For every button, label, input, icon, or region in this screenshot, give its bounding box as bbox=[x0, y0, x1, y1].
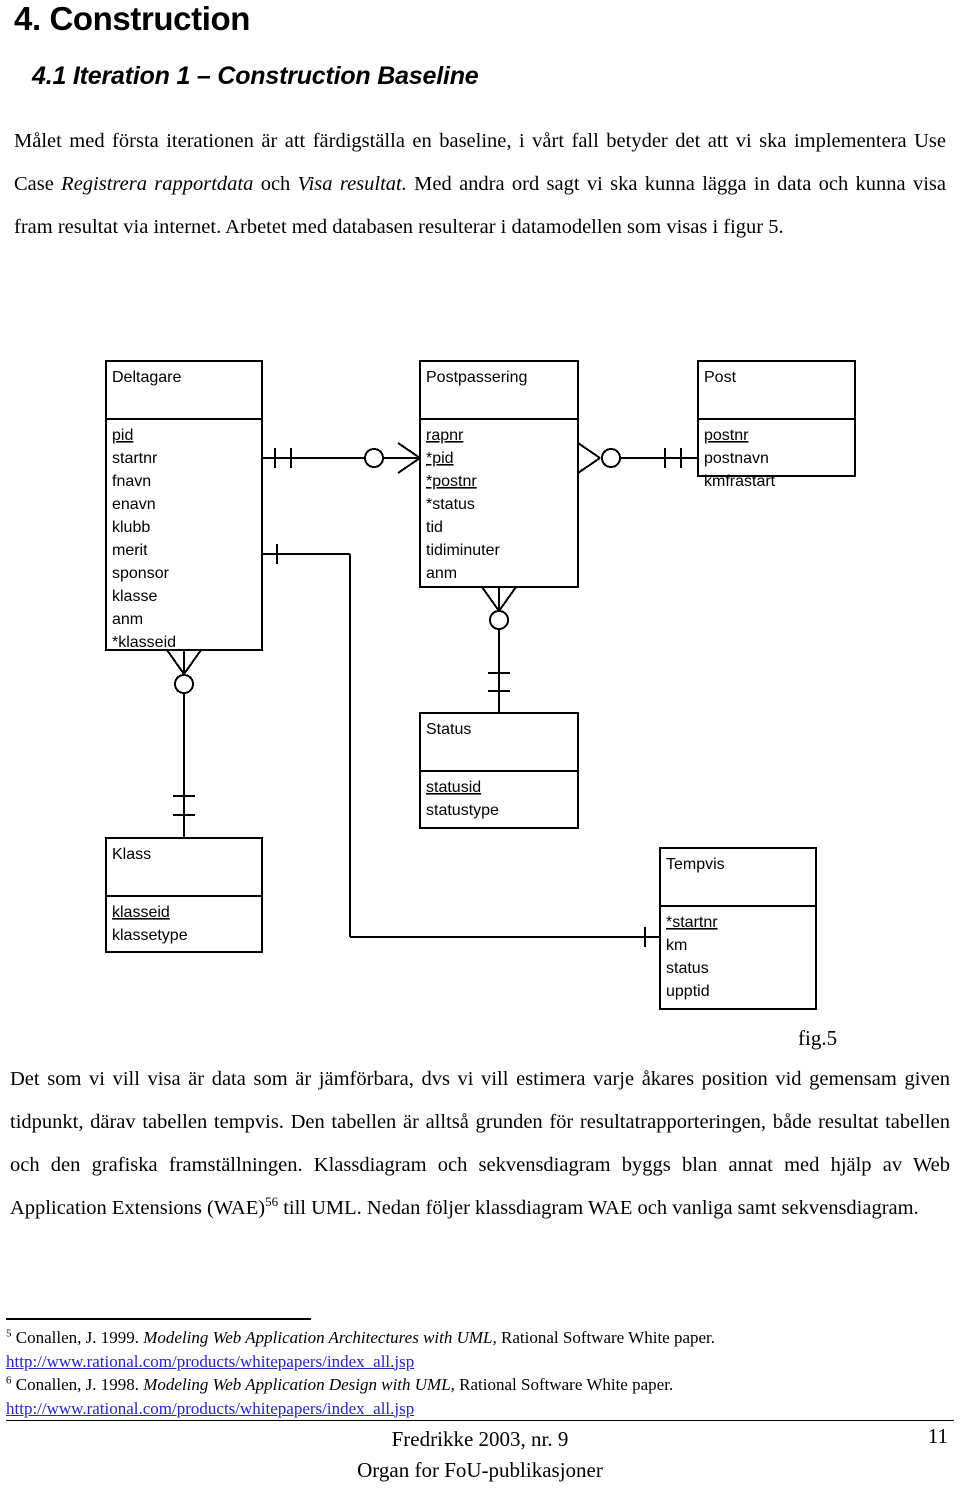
footnote-5-title: Modeling Web Application Architectures w… bbox=[143, 1328, 497, 1347]
footnote-5-text-1: Conallen, J. 1999. bbox=[11, 1328, 144, 1347]
entity-postpassering-title: Postpassering bbox=[426, 369, 527, 386]
entity-status-attr-0: statusid bbox=[426, 779, 481, 796]
footnote-6-text-2: Rational Software White paper. bbox=[454, 1375, 674, 1394]
footer-line-1: Fredrikke 2003, nr. 9 bbox=[391, 1427, 569, 1451]
footnote-reference: 56 bbox=[265, 1194, 279, 1210]
entity-postpassering-attr-1: *pid bbox=[426, 450, 454, 467]
intro-emphasis-1: Registrera rapportdata bbox=[61, 173, 254, 195]
relationship-postpassering-post bbox=[577, 442, 698, 474]
footnote-5: 5 Conallen, J. 1999. Modeling Web Applic… bbox=[6, 1326, 946, 1350]
entity-tempvis-attr-2: status bbox=[666, 960, 709, 977]
relationship-postpassering-status bbox=[481, 586, 517, 713]
entity-post-title: Post bbox=[704, 369, 737, 386]
entity-deltagare-attr-1: startnr bbox=[112, 450, 158, 467]
entity-postpassering-attr-5: tidiminuter bbox=[426, 542, 500, 559]
er-diagram-canvas: Deltagare pid startnr fnavn enavn klubb … bbox=[105, 360, 856, 1010]
entity-postpassering-attr-3: *status bbox=[426, 496, 475, 513]
intro-text-2: och bbox=[253, 173, 298, 195]
entity-deltagare-attr-5: merit bbox=[112, 542, 148, 559]
footnote-5-url-line[interactable]: http://www.rational.com/products/whitepa… bbox=[6, 1350, 946, 1374]
entity-status-title: Status bbox=[426, 721, 471, 738]
entity-postpassering-attr-4: tid bbox=[426, 519, 443, 536]
footnote-5-text-2: Rational Software White paper. bbox=[496, 1328, 716, 1347]
intro-emphasis-2: Visa resultat. bbox=[297, 173, 407, 195]
entity-deltagare-attr-9: *klasseid bbox=[112, 634, 176, 651]
entity-tempvis-attr-1: km bbox=[666, 937, 687, 954]
footnote-6-url-line[interactable]: http://www.rational.com/products/whitepa… bbox=[6, 1397, 946, 1421]
relationship-deltagare-postpassering bbox=[262, 442, 421, 474]
relationship-deltagare-tempvis bbox=[262, 544, 660, 947]
entity-deltagare-attr-6: sponsor bbox=[112, 565, 170, 582]
page-title: 4. Construction bbox=[14, 0, 251, 37]
document-page: 4. Construction 4.1 Iteration 1 – Constr… bbox=[0, 0, 960, 1488]
body-text-2: till UML. Nedan följer klassdiagram WAE … bbox=[278, 1197, 919, 1219]
entity-deltagare-attr-0: pid bbox=[112, 427, 133, 444]
relationship-deltagare-klass bbox=[166, 649, 202, 838]
entity-status-attr-1: statustype bbox=[426, 802, 499, 819]
footer-block: Fredrikke 2003, nr. 9 Organ for FoU-publ… bbox=[0, 1424, 960, 1486]
entity-deltagare-attr-2: fnavn bbox=[112, 473, 151, 490]
entity-deltagare-attr-8: anm bbox=[112, 611, 143, 628]
entity-deltagare-attr-3: enavn bbox=[112, 496, 156, 513]
entity-tempvis-title: Tempvis bbox=[666, 856, 725, 873]
entity-post-attr-0: postnr bbox=[704, 427, 749, 444]
body-paragraph: Det som vi vill visa är data som är jämf… bbox=[10, 1058, 950, 1230]
entity-klass-attr-1: klassetype bbox=[112, 927, 188, 944]
footnote-6: 6 Conallen, J. 1998. Modeling Web Applic… bbox=[6, 1373, 946, 1397]
entity-postpassering-attr-6: anm bbox=[426, 565, 457, 582]
entity-klass-attr-0: klasseid bbox=[112, 904, 170, 921]
footnote-6-text-1: Conallen, J. 1998. bbox=[11, 1375, 144, 1394]
er-diagram-figure: Deltagare pid startnr fnavn enavn klubb … bbox=[0, 330, 960, 1030]
entity-tempvis-attr-0: *startnr bbox=[666, 914, 718, 931]
entity-klass-title: Klass bbox=[112, 846, 151, 863]
footnote-5-url[interactable]: http://www.rational.com/products/whitepa… bbox=[6, 1352, 414, 1371]
footnote-6-url[interactable]: http://www.rational.com/products/whitepa… bbox=[6, 1399, 414, 1418]
footer-separator bbox=[6, 1420, 954, 1421]
intro-paragraph: Målet med första iterationen är att färd… bbox=[14, 120, 946, 249]
entity-postpassering-attr-0: rapnr bbox=[426, 427, 464, 444]
footnote-separator bbox=[6, 1318, 311, 1320]
page-number: 11 bbox=[927, 1424, 948, 1448]
entity-post-attr-2: kmfrastart bbox=[704, 473, 776, 490]
entity-post-attr-1: postnavn bbox=[704, 450, 769, 467]
footnote-6-title: Modeling Web Application Design with UML… bbox=[143, 1375, 455, 1394]
entity-tempvis-attr-3: upptid bbox=[666, 983, 710, 1000]
footer-line-2: Organ for FoU-publikasjoner bbox=[357, 1458, 603, 1482]
section-heading: 4.1 Iteration 1 – Construction Baseline bbox=[32, 62, 479, 90]
footnotes-block: 5 Conallen, J. 1999. Modeling Web Applic… bbox=[6, 1326, 946, 1420]
entity-deltagare-title: Deltagare bbox=[112, 369, 181, 386]
entity-deltagare-attr-4: klubb bbox=[112, 519, 150, 536]
entity-postpassering-attr-2: *postnr bbox=[426, 473, 477, 490]
entity-deltagare-attr-7: klasse bbox=[112, 588, 157, 605]
figure-caption: fig.5 bbox=[798, 1026, 838, 1050]
